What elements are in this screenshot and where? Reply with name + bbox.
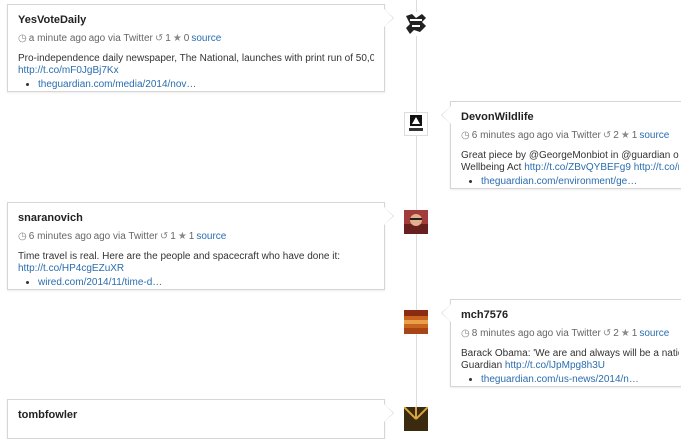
list-item: wired.com/2014/11/time-d… bbox=[38, 277, 374, 289]
expanded-link[interactable]: theguardian.com/us-news/2014/n… bbox=[481, 374, 639, 385]
tweet-short-link[interactable]: http://t.co/HP4cgEZuXR bbox=[18, 263, 124, 274]
star-icon: ★ bbox=[172, 33, 182, 44]
expanded-link[interactable]: theguardian.com/environment/ge… bbox=[481, 176, 637, 187]
tweet-text-body: Barack Obama: 'We are and always will be… bbox=[461, 348, 679, 359]
tweet-time: a minute ago bbox=[28, 33, 87, 44]
tweet-time: 6 minutes ago bbox=[471, 130, 535, 141]
tweet-via: ago via Twitter bbox=[536, 130, 601, 141]
tweet-text-body: Time travel is real. Here are the people… bbox=[18, 251, 341, 262]
clock-icon: ◷ bbox=[18, 231, 27, 242]
tweet-username[interactable]: YesVoteDaily bbox=[18, 14, 374, 27]
tweet-meta: ◷ 6 minutes ago ago via Twitter ↺ 1 ★ 1 … bbox=[18, 230, 374, 243]
retweet-count: 2 bbox=[613, 130, 619, 141]
tweet-short-link[interactable]: http://t.co/lJpMpg8h3U bbox=[505, 360, 605, 371]
expanded-link[interactable]: theguardian.com/media/2014/nov… bbox=[38, 79, 196, 90]
tweet-card: YesVoteDaily ◷ a minute ago ago via Twit… bbox=[7, 4, 394, 92]
favorite-count: 1 bbox=[631, 328, 638, 339]
list-item: theguardian.com/media/2014/nov… bbox=[38, 79, 374, 91]
tweet-meta: ◷ a minute ago ago via Twitter ↺ 1 ★ 0 s… bbox=[18, 32, 374, 45]
clock-icon: ◷ bbox=[461, 328, 470, 339]
avatar[interactable] bbox=[404, 210, 428, 234]
tweet-card: snaranovich ◷ 6 minutes ago ago via Twit… bbox=[7, 202, 394, 290]
clock-icon: ◷ bbox=[461, 130, 470, 141]
retweet-icon: ↺ bbox=[602, 328, 612, 339]
tweet-time: 6 minutes ago bbox=[28, 231, 92, 242]
tweet-text: Great piece by @GeorgeMonbiot in @guardi… bbox=[461, 150, 679, 174]
tweet-text-body: Guardian bbox=[461, 360, 503, 371]
source-link[interactable]: source bbox=[196, 230, 226, 243]
tweet-username[interactable]: mch7576 bbox=[461, 309, 679, 322]
tweet-text-body: Pro-independence daily newspaper, The Na… bbox=[18, 53, 374, 64]
tweet-card: tombfowler bbox=[7, 399, 394, 439]
expanded-links: theguardian.com/environment/ge… bbox=[461, 176, 679, 188]
avatar[interactable] bbox=[404, 310, 428, 334]
avatar[interactable] bbox=[404, 112, 428, 136]
tweet-time: 8 minutes ago bbox=[471, 328, 535, 339]
tweet-short-link[interactable]: http://t.co/ZBvQYBEFg9 bbox=[524, 162, 631, 173]
tweet-username[interactable]: tombfowler bbox=[18, 409, 374, 422]
favorite-count: 0 bbox=[183, 33, 190, 44]
tweet-text-body: Great piece by @GeorgeMonbiot in @guardi… bbox=[461, 150, 679, 161]
tweet-via: ago via Twitter bbox=[93, 231, 158, 242]
source-link[interactable]: source bbox=[639, 327, 669, 340]
retweet-icon: ↺ bbox=[154, 33, 164, 44]
tweet-text: Barack Obama: 'We are and always will be… bbox=[461, 348, 679, 372]
tweet-username[interactable]: DevonWildlife bbox=[461, 111, 679, 124]
tweet-meta: ◷ 6 minutes ago ago via Twitter ↺ 2 ★ 1 … bbox=[461, 129, 679, 142]
star-icon: ★ bbox=[620, 328, 630, 339]
tweet-card: mch7576 ◷ 8 minutes ago ago via Twitter … bbox=[441, 299, 681, 387]
avatar[interactable] bbox=[404, 12, 428, 36]
source-link[interactable]: source bbox=[639, 129, 669, 142]
tweet-meta: ◷ 8 minutes ago ago via Twitter ↺ 2 ★ 1 … bbox=[461, 327, 679, 340]
expanded-links: wired.com/2014/11/time-d… bbox=[18, 277, 374, 289]
source-link[interactable]: source bbox=[191, 32, 221, 45]
tweet-username[interactable]: snaranovich bbox=[18, 212, 374, 225]
retweet-icon: ↺ bbox=[159, 231, 169, 242]
list-item: theguardian.com/us-news/2014/n… bbox=[481, 374, 679, 386]
favorite-count: 1 bbox=[188, 231, 195, 242]
star-icon: ★ bbox=[620, 130, 630, 141]
list-item: theguardian.com/environment/ge… bbox=[481, 176, 679, 188]
retweet-count: 1 bbox=[170, 231, 176, 242]
star-icon: ★ bbox=[177, 231, 187, 242]
tweet-text: Time travel is real. Here are the people… bbox=[18, 251, 374, 275]
retweet-icon: ↺ bbox=[602, 130, 612, 141]
tweet-short-link[interactable]: http://t.co/rYEC bbox=[634, 162, 679, 173]
favorite-count: 1 bbox=[631, 130, 638, 141]
clock-icon: ◷ bbox=[18, 33, 27, 44]
tweet-card: DevonWildlife ◷ 6 minutes ago ago via Tw… bbox=[441, 101, 681, 189]
expanded-link[interactable]: wired.com/2014/11/time-d… bbox=[38, 277, 162, 288]
tweet-via: ago via Twitter bbox=[88, 33, 153, 44]
expanded-links: theguardian.com/us-news/2014/n… bbox=[461, 374, 679, 386]
retweet-count: 1 bbox=[165, 33, 171, 44]
tweet-short-link[interactable]: http://t.co/mF0JgBj7Kx bbox=[18, 65, 119, 76]
retweet-count: 2 bbox=[613, 328, 619, 339]
tweet-text-body: Wellbeing Act bbox=[461, 162, 522, 173]
tweet-via: ago via Twitter bbox=[536, 328, 601, 339]
expanded-links: theguardian.com/media/2014/nov… bbox=[18, 79, 374, 91]
avatar[interactable] bbox=[404, 407, 428, 431]
tweet-text: Pro-independence daily newspaper, The Na… bbox=[18, 53, 374, 77]
